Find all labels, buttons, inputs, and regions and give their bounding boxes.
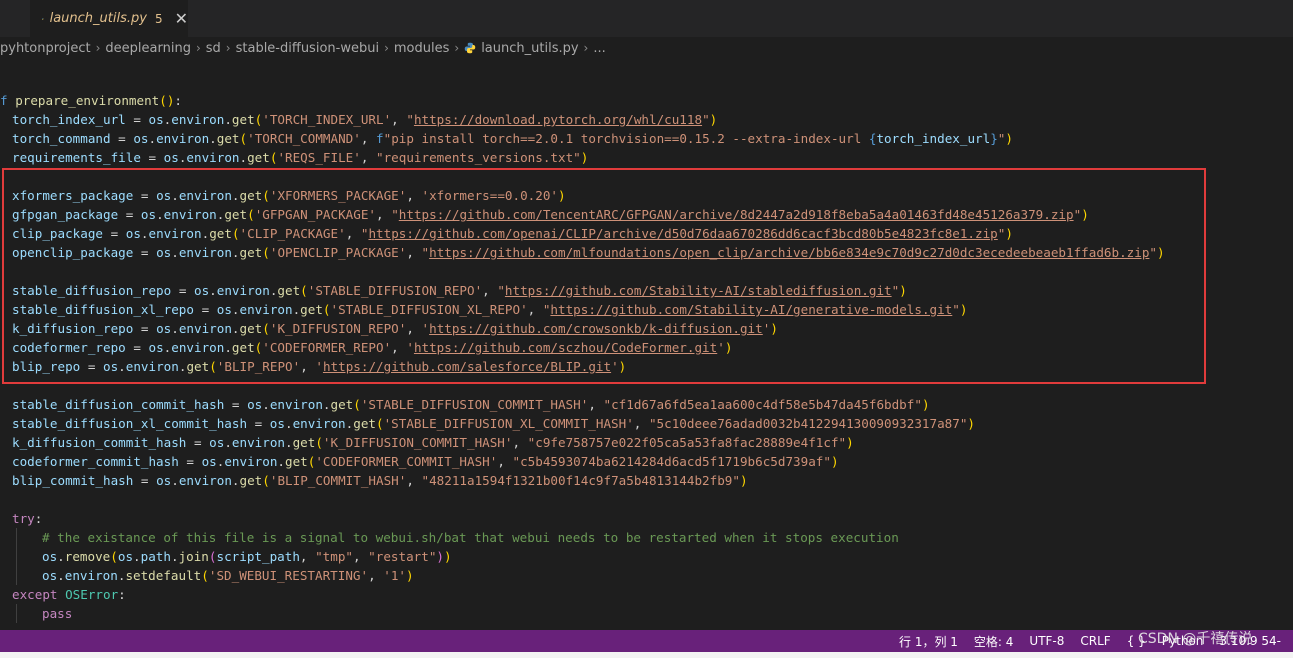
python-file-icon xyxy=(42,17,44,20)
chevron-right-icon: › xyxy=(384,41,389,55)
indent-guide xyxy=(16,528,17,585)
code-line: try: xyxy=(12,511,43,526)
indent-guide xyxy=(16,604,17,623)
breadcrumb-item[interactable]: modules xyxy=(394,41,450,56)
breadcrumb: pyhtonproject › deeplearning › sd › stab… xyxy=(0,37,1293,59)
code-line: stable_diffusion_xl_repo = os.environ.ge… xyxy=(12,302,968,317)
tab-bar: launch_utils.py 5 ✕ xyxy=(0,0,1293,37)
breadcrumb-item[interactable]: ... xyxy=(593,41,605,56)
code-line: codeformer_repo = os.environ.get('CODEFO… xyxy=(12,340,733,355)
status-bar: 行 1，列 1 空格: 4 UTF-8 CRLF { } Python 3.10… xyxy=(0,630,1293,652)
cursor-position[interactable]: 行 1，列 1 xyxy=(899,633,958,650)
breadcrumb-item[interactable]: sd xyxy=(206,41,221,56)
chevron-right-icon: › xyxy=(225,41,231,55)
code-editor[interactable]: f prepare_environment(): torch_index_url… xyxy=(0,80,1293,628)
code-line: stable_diffusion_xl_commit_hash = os.env… xyxy=(12,416,976,431)
breadcrumb-item[interactable]: launch_utils.py xyxy=(481,41,578,56)
problem-count: 5 xyxy=(154,11,163,26)
code-line: f prepare_environment(): xyxy=(0,93,183,108)
indentation[interactable]: 空格: 4 xyxy=(974,633,1014,650)
python-file-icon xyxy=(464,42,476,54)
code-line: except OSError: xyxy=(12,587,126,602)
line-ending[interactable]: CRLF xyxy=(1080,634,1110,648)
code-line: blip_commit_hash = os.environ.get('BLIP_… xyxy=(12,473,748,488)
code-line: clip_package = os.environ.get('CLIP_PACK… xyxy=(12,226,1013,241)
breadcrumb-item[interactable]: deeplearning xyxy=(105,41,191,56)
breadcrumb-item[interactable]: stable-diffusion-webui xyxy=(236,41,379,56)
code-line: gfpgan_package = os.environ.get('GFPGAN_… xyxy=(12,207,1089,222)
code-line: k_diffusion_commit_hash = os.environ.get… xyxy=(12,435,854,450)
code-line: blip_repo = os.environ.get('BLIP_REPO', … xyxy=(12,359,627,374)
code-line: xformers_package = os.environ.get('XFORM… xyxy=(12,188,566,203)
code-line: stable_diffusion_commit_hash = os.enviro… xyxy=(12,397,930,412)
taskbar-strip xyxy=(0,652,1293,658)
code-line: requirements_file = os.environ.get('REQS… xyxy=(12,150,589,165)
code-line: codeformer_commit_hash = os.environ.get(… xyxy=(12,454,839,469)
chevron-right-icon: › xyxy=(454,41,460,55)
chevron-right-icon: › xyxy=(583,41,589,55)
watermark: CSDN @千禧传说 xyxy=(1138,631,1253,647)
code-line: pass xyxy=(42,606,73,621)
chevron-right-icon: › xyxy=(195,41,201,55)
code-line: stable_diffusion_repo = os.environ.get('… xyxy=(12,283,907,298)
code-line: torch_command = os.environ.get('TORCH_CO… xyxy=(12,131,1013,146)
code-line: torch_index_url = os.environ.get('TORCH_… xyxy=(12,112,718,127)
close-icon[interactable]: ✕ xyxy=(175,9,188,28)
encoding[interactable]: UTF-8 xyxy=(1029,634,1064,648)
code-line: openclip_package = os.environ.get('OPENC… xyxy=(12,245,1165,260)
code-line: os.environ.setdefault('SD_WEBUI_RESTARTI… xyxy=(42,568,414,583)
chevron-right-icon: › xyxy=(95,41,101,55)
code-line: # the existance of this file is a signal… xyxy=(42,530,899,545)
code-line: k_diffusion_repo = os.environ.get('K_DIF… xyxy=(12,321,778,336)
breadcrumb-item[interactable]: pyhtonproject xyxy=(0,41,91,56)
tab-launch-utils[interactable]: launch_utils.py 5 ✕ xyxy=(30,0,188,37)
tab-filename: launch_utils.py xyxy=(49,11,147,26)
code-line: os.remove(os.path.join(script_path, "tmp… xyxy=(42,549,452,564)
